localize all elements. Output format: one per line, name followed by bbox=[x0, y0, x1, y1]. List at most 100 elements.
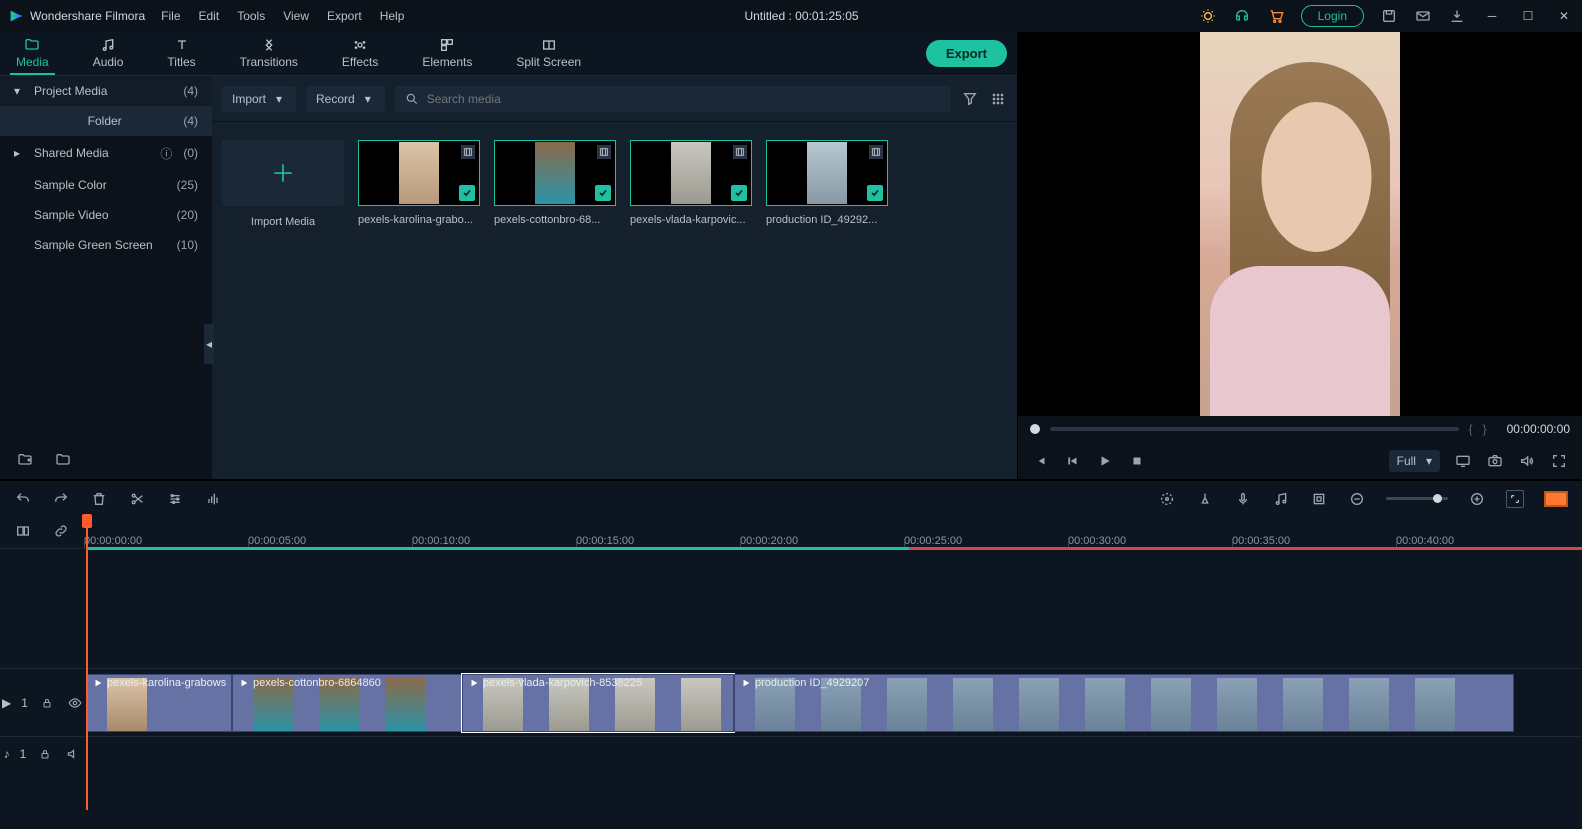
play-button[interactable] bbox=[1096, 452, 1114, 470]
snap-icon[interactable] bbox=[14, 522, 32, 540]
edit-toolbar bbox=[0, 480, 1582, 516]
download-icon[interactable] bbox=[1448, 7, 1466, 25]
clip-card-2[interactable]: pexels-cottonbro-68... bbox=[494, 140, 616, 226]
headset-icon[interactable] bbox=[1233, 7, 1251, 25]
thumbnail-size-button[interactable] bbox=[1544, 491, 1568, 507]
redo-button[interactable] bbox=[52, 490, 70, 508]
folder-icon[interactable] bbox=[54, 451, 72, 469]
timeline-clip-label: pexels-vlada-karpovich-8538225 bbox=[483, 677, 642, 689]
delete-button[interactable] bbox=[90, 490, 108, 508]
render-button[interactable] bbox=[1310, 490, 1328, 508]
tab-titles[interactable]: Titles bbox=[161, 33, 201, 75]
menu-tools[interactable]: Tools bbox=[237, 9, 265, 23]
tab-audio[interactable]: Audio bbox=[87, 33, 130, 75]
tab-effects-label: Effects bbox=[342, 55, 378, 69]
audio-track-1[interactable]: ♪ 1 bbox=[0, 736, 1582, 770]
sidebar-item-sample-video[interactable]: Sample Video (20) bbox=[0, 200, 212, 230]
search-input[interactable] bbox=[427, 92, 941, 106]
step-back-button[interactable] bbox=[1064, 452, 1082, 470]
menu-view[interactable]: View bbox=[283, 9, 309, 23]
menu-help[interactable]: Help bbox=[380, 9, 405, 23]
zoom-slider[interactable] bbox=[1386, 497, 1448, 500]
prev-frame-button[interactable] bbox=[1032, 452, 1050, 470]
mixer-button[interactable] bbox=[1272, 490, 1290, 508]
volume-icon[interactable] bbox=[1518, 452, 1536, 470]
lightbulb-icon[interactable] bbox=[1199, 7, 1217, 25]
record-dropdown[interactable]: Record ▾ bbox=[306, 86, 385, 112]
sidebar-bottom bbox=[0, 441, 212, 479]
tab-media[interactable]: Media bbox=[10, 33, 55, 75]
lock-icon[interactable] bbox=[38, 694, 56, 712]
search-box[interactable] bbox=[395, 86, 951, 112]
info-icon[interactable]: ⓘ bbox=[157, 144, 175, 162]
minimize-button[interactable]: ─ bbox=[1482, 6, 1502, 26]
clip-card-1[interactable]: pexels-karolina-grabo... bbox=[358, 140, 480, 226]
sidebar-item-project-media[interactable]: ▾ Project Media (4) bbox=[0, 76, 212, 106]
playhead-handle[interactable] bbox=[82, 514, 92, 528]
split-button[interactable] bbox=[128, 490, 146, 508]
new-folder-icon[interactable] bbox=[16, 451, 34, 469]
import-dropdown[interactable]: Import ▾ bbox=[222, 86, 296, 112]
export-button[interactable]: Export bbox=[926, 40, 1007, 67]
sidebar-item-count: (4) bbox=[183, 114, 198, 128]
eye-icon[interactable] bbox=[66, 694, 84, 712]
chevron-down-icon: ▾ bbox=[14, 84, 26, 98]
scrub-playhead[interactable] bbox=[1030, 424, 1040, 434]
menu-edit[interactable]: Edit bbox=[199, 9, 220, 23]
mute-icon[interactable] bbox=[64, 745, 82, 763]
sidebar-item-folder[interactable]: Folder (4) bbox=[0, 106, 212, 136]
login-button[interactable]: Login bbox=[1301, 5, 1364, 27]
color-match-button[interactable] bbox=[1158, 490, 1176, 508]
preview-video[interactable] bbox=[1018, 32, 1582, 416]
close-button[interactable]: ✕ bbox=[1554, 6, 1574, 26]
ruler[interactable]: 00:00:00:00 00:00:05:00 00:00:10:00 00:0… bbox=[86, 516, 1582, 548]
save-icon[interactable] bbox=[1380, 7, 1398, 25]
playhead[interactable] bbox=[86, 520, 88, 810]
scrub-track[interactable] bbox=[1050, 427, 1459, 431]
sidebar-collapse-button[interactable]: ◂ bbox=[204, 324, 214, 364]
grid-view-icon[interactable] bbox=[989, 90, 1007, 108]
link-icon[interactable] bbox=[52, 522, 70, 540]
tab-elements[interactable]: Elements bbox=[416, 33, 478, 75]
preview-scrubber[interactable]: { } 00:00:00:00 bbox=[1018, 416, 1582, 443]
time-mark: 00:00:00:00 bbox=[84, 535, 142, 547]
tab-splitscreen[interactable]: Split Screen bbox=[510, 33, 587, 75]
tab-transitions-label: Transitions bbox=[240, 55, 298, 69]
voiceover-button[interactable] bbox=[1234, 490, 1252, 508]
zoom-thumb[interactable] bbox=[1433, 494, 1442, 503]
clip-card-4[interactable]: production ID_49292... bbox=[766, 140, 888, 226]
sidebar-item-shared-media[interactable]: ▸ Shared Media ⓘ (0) bbox=[0, 136, 212, 170]
clip-card-3[interactable]: pexels-vlada-karpovic... bbox=[630, 140, 752, 226]
media-area: ▾ Project Media (4) Folder (4) ▸ Shared … bbox=[0, 76, 1017, 479]
monitor-icon[interactable] bbox=[1454, 452, 1472, 470]
fullscreen-icon[interactable] bbox=[1550, 452, 1568, 470]
adjust-button[interactable] bbox=[166, 490, 184, 508]
stop-button[interactable] bbox=[1128, 452, 1146, 470]
menu-file[interactable]: File bbox=[161, 9, 180, 23]
zoom-in-button[interactable] bbox=[1468, 490, 1486, 508]
maximize-button[interactable]: ☐ bbox=[1518, 6, 1538, 26]
sidebar-item-sample-color[interactable]: Sample Color (25) bbox=[0, 170, 212, 200]
tab-splitscreen-label: Split Screen bbox=[516, 55, 581, 69]
snapshot-icon[interactable] bbox=[1486, 452, 1504, 470]
filter-icon[interactable] bbox=[961, 90, 979, 108]
mail-icon[interactable] bbox=[1414, 7, 1432, 25]
lock-icon[interactable] bbox=[36, 745, 54, 763]
marker-button[interactable] bbox=[1196, 490, 1214, 508]
zoom-out-button[interactable] bbox=[1348, 490, 1366, 508]
quality-select[interactable]: Full ▾ bbox=[1389, 450, 1440, 472]
import-media-card[interactable]: Import Media bbox=[222, 140, 344, 228]
tab-effects[interactable]: Effects bbox=[336, 33, 384, 75]
undo-button[interactable] bbox=[14, 490, 32, 508]
preview-controls: Full ▾ bbox=[1018, 443, 1582, 479]
audio-levels-button[interactable] bbox=[204, 490, 222, 508]
zoom-fit-button[interactable] bbox=[1506, 490, 1524, 508]
titlebar: Wondershare Filmora File Edit Tools View… bbox=[0, 0, 1582, 32]
filmora-logo-icon bbox=[8, 8, 24, 24]
audio-track-header: ♪ 1 bbox=[0, 737, 86, 770]
tab-transitions[interactable]: Transitions bbox=[234, 33, 304, 75]
menu-export[interactable]: Export bbox=[327, 9, 362, 23]
cart-icon[interactable] bbox=[1267, 7, 1285, 25]
import-media-label: Import Media bbox=[222, 216, 344, 228]
sidebar-item-sample-green[interactable]: Sample Green Screen (10) bbox=[0, 230, 212, 260]
